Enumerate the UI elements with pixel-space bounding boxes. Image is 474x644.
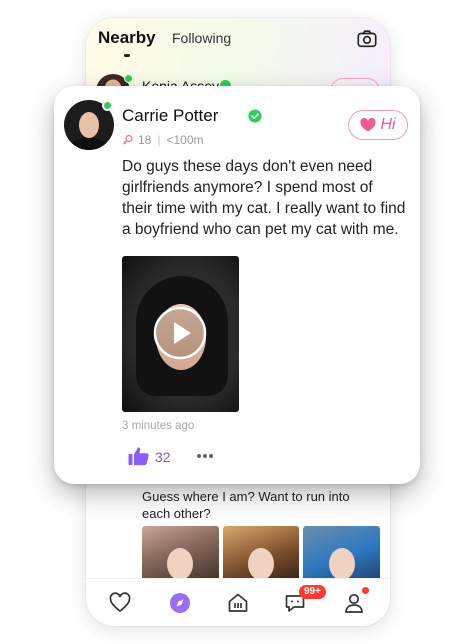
say-hi-label: Hi bbox=[380, 116, 396, 133]
user-name[interactable]: Carrie Potter bbox=[122, 106, 218, 126]
post-video[interactable] bbox=[122, 256, 239, 412]
user-meta: 18 | <100m bbox=[122, 133, 204, 147]
camera-icon[interactable] bbox=[356, 28, 378, 50]
home-icon[interactable] bbox=[226, 591, 250, 615]
chat-badge: 99+ bbox=[299, 585, 326, 599]
post-card[interactable]: Carrie Potter 18 | <100m Hi Do guys thes… bbox=[54, 86, 420, 484]
verified-icon bbox=[248, 109, 262, 123]
tab-nearby[interactable]: Nearby bbox=[98, 28, 156, 48]
post-timestamp: 3 minutes ago bbox=[122, 420, 195, 432]
thumbs-up-icon[interactable] bbox=[128, 446, 150, 466]
post-photo[interactable] bbox=[303, 526, 381, 586]
tab-following[interactable]: Following bbox=[172, 30, 231, 46]
more-icon[interactable] bbox=[196, 453, 214, 459]
notification-dot bbox=[362, 587, 369, 594]
profile-icon[interactable] bbox=[342, 591, 366, 615]
online-indicator bbox=[102, 100, 113, 111]
user-distance: <100m bbox=[166, 133, 204, 147]
say-hi-button[interactable]: Hi bbox=[348, 110, 408, 140]
tab-active-indicator bbox=[124, 54, 130, 57]
user-age: 18 bbox=[138, 133, 152, 147]
heart-icon bbox=[360, 118, 376, 132]
online-indicator bbox=[124, 74, 133, 83]
post-photo[interactable] bbox=[142, 526, 219, 586]
play-icon[interactable] bbox=[153, 306, 207, 360]
post-text: Do guys these days don't even need girlf… bbox=[122, 158, 406, 238]
feed-header: Nearby Following bbox=[98, 28, 378, 62]
meta-separator: | bbox=[157, 133, 161, 147]
female-icon bbox=[123, 134, 133, 145]
heart-icon[interactable] bbox=[108, 591, 132, 615]
post-photo[interactable] bbox=[222, 526, 300, 586]
bottom-tab-bar: 99+ bbox=[86, 578, 390, 626]
compass-icon[interactable] bbox=[168, 591, 192, 615]
background-post-text: Guess where I am? Want to run into each … bbox=[142, 489, 350, 521]
photo-grid bbox=[142, 526, 381, 586]
like-count: 32 bbox=[155, 449, 171, 465]
